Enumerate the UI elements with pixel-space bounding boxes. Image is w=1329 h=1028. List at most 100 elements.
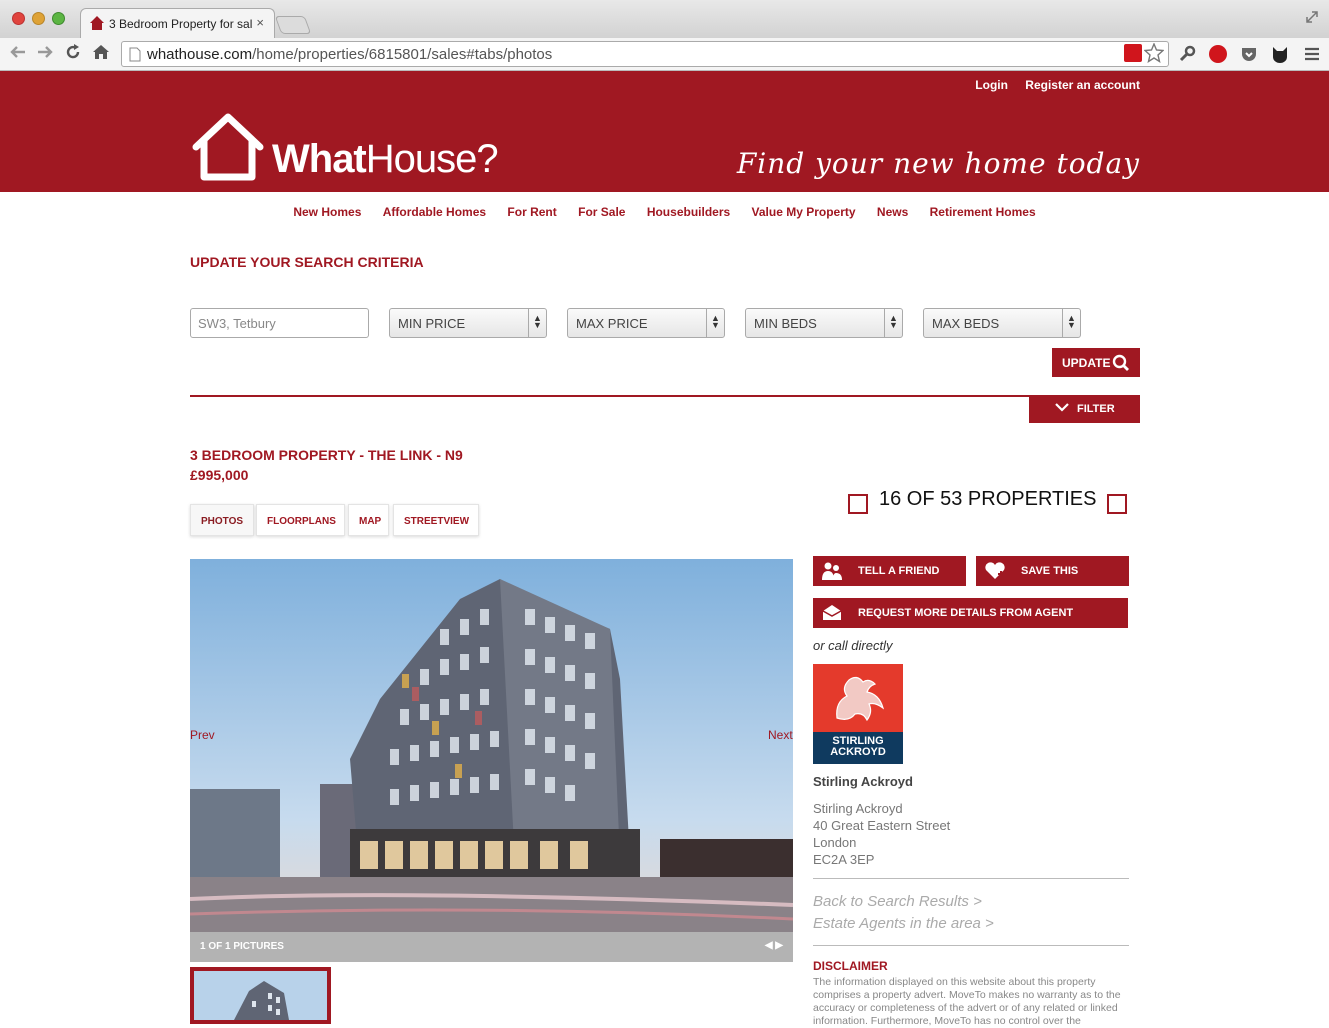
logo-wordmark: WhatHouse? <box>272 137 499 182</box>
min-beds-select[interactable]: MIN BEDS ▲ ▼ <box>745 308 903 338</box>
filter-button[interactable]: FILTER <box>1029 395 1140 423</box>
fullscreen-icon[interactable] <box>1305 10 1319 29</box>
back-arrow-icon[interactable] <box>9 43 27 66</box>
adblock-icon[interactable] <box>1209 45 1227 63</box>
save-this-button[interactable]: SAVE THIS <box>976 556 1129 586</box>
nav-retirement-homes[interactable]: Retirement Homes <box>930 205 1036 219</box>
flash-icon[interactable] <box>1124 44 1142 62</box>
account-links: Login Register an account <box>961 78 1140 92</box>
min-beds-label: MIN BEDS <box>754 316 817 331</box>
browser-tab[interactable]: 3 Bedroom Property for sal × <box>80 8 275 38</box>
request-details-label: REQUEST MORE DETAILS FROM AGENT <box>858 607 1074 619</box>
prev-photo-link[interactable]: Prev <box>190 728 215 742</box>
tab-floorplans[interactable]: FLOORPLANS <box>256 504 345 536</box>
select-arrows-icon: ▲ ▼ <box>706 309 724 337</box>
photo-caption-bar: 1 OF 1 PICTURES ◀ ▶ <box>190 932 793 962</box>
agent-address-line: London <box>813 835 857 850</box>
tagline: Find your new home today <box>736 147 1140 180</box>
save-this-label: SAVE THIS <box>1021 565 1079 577</box>
nav-for-rent[interactable]: For Rent <box>507 205 556 219</box>
agent-logo-line2: ACKROYD <box>830 746 886 758</box>
chevron-right-icon[interactable]: ▶ <box>775 940 783 951</box>
agent-address-line: Stirling Ackroyd <box>813 801 903 816</box>
tab-title: 3 Bedroom Property for sal <box>109 17 253 31</box>
minimize-window-button[interactable] <box>32 12 45 25</box>
whathouse-logo[interactable]: WhatHouse? <box>190 113 499 183</box>
new-tab-button[interactable] <box>274 16 312 34</box>
tab-map[interactable]: MAP <box>348 504 389 536</box>
back-to-search-link[interactable]: Back to Search Results > <box>813 893 982 910</box>
disclaimer-title: DISCLAIMER <box>813 959 888 973</box>
search-icon <box>1112 354 1130 375</box>
disclaimer-text: The information displayed on this websit… <box>813 976 1121 1027</box>
tell-a-friend-button[interactable]: TELL A FRIEND <box>813 556 966 586</box>
nav-housebuilders[interactable]: Housebuilders <box>647 205 730 219</box>
request-details-button[interactable]: REQUEST MORE DETAILS FROM AGENT <box>813 598 1128 628</box>
menu-icon[interactable] <box>1303 45 1321 63</box>
home-icon[interactable] <box>92 43 110 66</box>
reload-icon[interactable] <box>64 43 82 66</box>
nav-value-my-property[interactable]: Value My Property <box>752 205 856 219</box>
nav-for-sale[interactable]: For Sale <box>578 205 625 219</box>
update-label: UPDATE <box>1062 356 1111 370</box>
nav-news[interactable]: News <box>877 205 908 219</box>
tab-map-label: MAP <box>359 516 382 527</box>
wrench-icon[interactable] <box>1178 45 1196 63</box>
address-bar[interactable]: whathouse.com/home/properties/6815801/sa… <box>121 41 1169 67</box>
nav-affordable-homes[interactable]: Affordable Homes <box>383 205 486 219</box>
cat-extension-icon[interactable] <box>1271 45 1289 63</box>
select-arrows-icon: ▲ ▼ <box>1062 309 1080 337</box>
griffin-icon <box>827 672 889 731</box>
previous-property-button[interactable] <box>848 494 868 514</box>
property-counter: 16 OF 53 PROPERTIES <box>846 488 1130 514</box>
divider <box>813 878 1129 879</box>
location-input[interactable]: SW3, Tetbury <box>190 308 369 338</box>
agent-address-line: EC2A 3EP <box>813 852 875 867</box>
max-price-select[interactable]: MAX PRICE ▲ ▼ <box>567 308 725 338</box>
photo-thumbnail[interactable] <box>190 967 331 1024</box>
property-title: 3 BEDROOM PROPERTY - THE LINK - N9 <box>190 447 463 463</box>
pictures-count: 1 OF 1 PICTURES <box>200 941 284 952</box>
register-link[interactable]: Register an account <box>1025 78 1140 92</box>
url-path: /home/properties/6815801/sales#tabs/phot… <box>252 46 553 63</box>
divider <box>190 395 1140 397</box>
filter-label: FILTER <box>1077 403 1115 415</box>
agent-address-line: 40 Great Eastern Street <box>813 818 951 833</box>
tab-floorplans-label: FLOORPLANS <box>267 516 336 527</box>
forward-arrow-icon[interactable] <box>36 43 54 66</box>
agent-logo[interactable]: STIRLING ACKROYD <box>813 664 903 764</box>
browser-toolbar: whathouse.com/home/properties/6815801/sa… <box>0 38 1329 71</box>
agent-logo-emblem <box>813 664 903 732</box>
agent-name: Stirling Ackroyd <box>813 774 913 789</box>
people-icon <box>821 560 843 582</box>
update-button[interactable]: UPDATE <box>1052 348 1140 377</box>
pocket-icon[interactable] <box>1240 45 1258 63</box>
browser-titlebar: 3 Bedroom Property for sal × <box>0 0 1329 38</box>
tab-streetview[interactable]: STREETVIEW <box>393 504 479 536</box>
photo-nav-arrows[interactable]: ◀ ▶ <box>765 940 783 951</box>
or-call-directly: or call directly <box>813 638 893 653</box>
tab-photos[interactable]: PHOTOS <box>190 504 254 536</box>
house-favicon-icon <box>89 15 105 34</box>
close-window-button[interactable] <box>12 12 25 25</box>
min-price-select[interactable]: MIN PRICE ▲ ▼ <box>389 308 547 338</box>
envelope-icon <box>821 602 843 624</box>
next-property-button[interactable] <box>1107 494 1127 514</box>
nav-new-homes[interactable]: New Homes <box>293 205 361 219</box>
tell-a-friend-label: TELL A FRIEND <box>858 565 940 577</box>
min-price-label: MIN PRICE <box>398 316 466 331</box>
url-host: whathouse.com <box>147 46 253 63</box>
estate-agents-link[interactable]: Estate Agents in the area > <box>813 915 994 932</box>
tab-close-icon[interactable]: × <box>256 15 264 30</box>
select-arrows-icon: ▲ ▼ <box>884 309 902 337</box>
maximize-window-button[interactable] <box>52 12 65 25</box>
bookmark-star-icon[interactable] <box>1143 42 1165 67</box>
property-price: £995,000 <box>190 467 249 483</box>
max-beds-label: MAX BEDS <box>932 316 1000 331</box>
heart-plus-icon <box>984 560 1006 582</box>
login-link[interactable]: Login <box>975 78 1008 92</box>
max-beds-select[interactable]: MAX BEDS ▲ ▼ <box>923 308 1081 338</box>
search-criteria-title: UPDATE YOUR SEARCH CRITERIA <box>190 254 424 270</box>
chevron-left-icon[interactable]: ◀ <box>765 940 773 951</box>
next-photo-link[interactable]: Next <box>768 728 793 742</box>
